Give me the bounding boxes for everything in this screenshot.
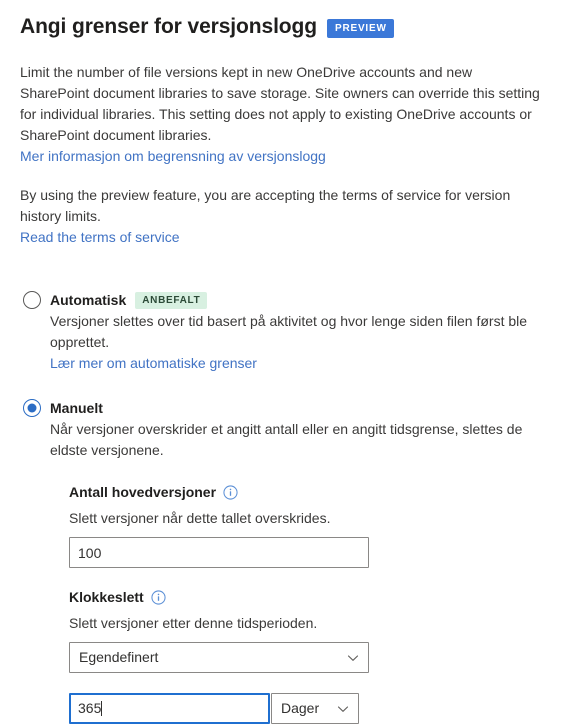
info-icon[interactable]	[223, 485, 238, 500]
field-time-period-label: Klokkeslett	[69, 589, 144, 605]
info-icon[interactable]	[151, 590, 166, 605]
learn-more-automatic-limits-link[interactable]: Lær mer om automatiske grenser	[50, 353, 257, 374]
field-duration: 365 Dager	[69, 693, 552, 724]
duration-row: 365 Dager	[69, 693, 552, 724]
limit-mode-radio-group: Automatisk ANBEFALT Versjoner slettes ov…	[20, 290, 552, 461]
chevron-down-icon	[347, 652, 359, 664]
option-automatisk[interactable]: Automatisk ANBEFALT Versjoner slettes ov…	[20, 290, 552, 374]
radio-manuelt[interactable]	[23, 399, 41, 417]
option-manuelt-description: Når versjoner overskrider et angitt anta…	[50, 421, 523, 458]
duration-unit-value: Dager	[281, 700, 320, 716]
option-manuelt-head: Manuelt	[50, 398, 552, 418]
intro-paragraph-1: Limit the number of file versions kept i…	[20, 64, 540, 143]
field-time-period-description: Slett versjoner etter denne tidsperioden…	[69, 615, 318, 631]
preview-badge: PREVIEW	[327, 18, 394, 38]
page-title: Angi grenser for versjonslogg	[20, 15, 317, 38]
duration-value: 365	[78, 700, 102, 716]
option-manuelt[interactable]: Manuelt Når versjoner overskrider et ang…	[20, 398, 552, 461]
intro-block-1: Limit the number of file versions kept i…	[20, 62, 552, 167]
option-automatisk-title: Automatisk	[50, 292, 127, 308]
text-caret	[101, 701, 103, 716]
time-period-selected-value: Egendefinert	[79, 649, 159, 665]
major-versions-input[interactable]	[69, 537, 369, 568]
option-automatisk-head: Automatisk ANBEFALT	[50, 290, 552, 310]
chevron-down-icon	[337, 703, 349, 715]
field-major-versions: Antall hovedversjoner Slett versjoner nå…	[69, 483, 552, 568]
time-period-dropdown[interactable]: Egendefinert	[69, 642, 369, 673]
field-major-versions-description: Slett versjoner når dette tallet overskr…	[69, 510, 331, 526]
recommended-badge: ANBEFALT	[135, 291, 208, 309]
option-manuelt-title: Manuelt	[50, 400, 103, 416]
learn-more-version-history-link[interactable]: Mer informasjon om begrensning av versjo…	[20, 146, 326, 167]
radio-automatisk[interactable]	[23, 291, 41, 309]
intro-paragraph-2: By using the preview feature, you are ac…	[20, 187, 511, 224]
panel-header: Angi grenser for versjonslogg PREVIEW	[20, 14, 552, 40]
field-time-period-label-row: Klokkeslett	[69, 588, 552, 607]
duration-value-input[interactable]: 365	[69, 693, 270, 724]
option-automatisk-description: Versjoner slettes over tid basert på akt…	[50, 313, 528, 350]
duration-unit-dropdown[interactable]: Dager	[271, 693, 359, 724]
field-major-versions-label: Antall hovedversjoner	[69, 484, 217, 500]
field-time-period: Klokkeslett Slett versjoner etter denne …	[69, 588, 552, 673]
manual-settings-fields: Antall hovedversjoner Slett versjoner nå…	[20, 483, 552, 724]
terms-of-service-link[interactable]: Read the terms of service	[20, 227, 180, 248]
field-major-versions-label-row: Antall hovedversjoner	[69, 483, 552, 502]
version-history-limits-panel: Angi grenser for versjonslogg PREVIEW Li…	[0, 0, 572, 724]
intro-block-2: By using the preview feature, you are ac…	[20, 185, 552, 248]
